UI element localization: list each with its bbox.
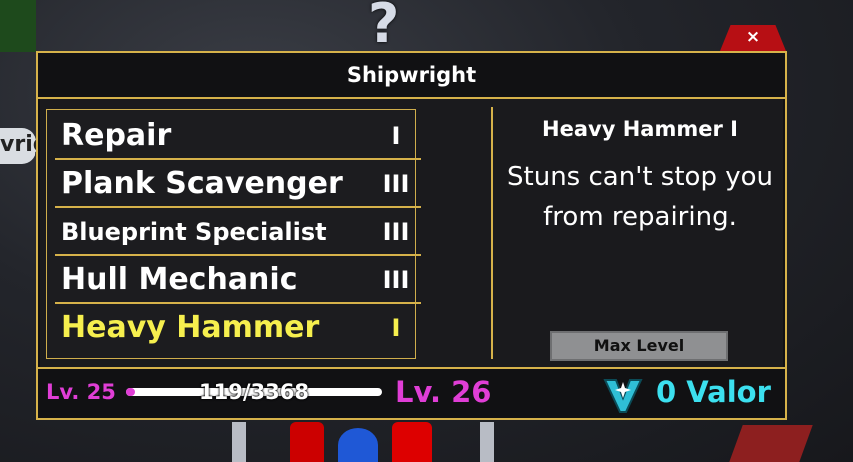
- skill-row-blueprint-specialist[interactable]: Blueprint Specialist III: [55, 208, 421, 256]
- xp-text: 119/3368: [199, 380, 309, 404]
- detail-title: Heavy Hammer I: [542, 117, 738, 141]
- skill-name: Heavy Hammer: [61, 310, 320, 345]
- skill-name: Plank Scavenger: [61, 166, 343, 201]
- skill-list: Repair I Plank Scavenger III Blueprint S…: [46, 109, 421, 359]
- panel-title: Shipwright: [38, 53, 785, 99]
- current-level: Lv. 25: [46, 380, 116, 404]
- skill-row-hull-mechanic[interactable]: Hull Mechanic III: [55, 256, 421, 304]
- valor-v-icon: [603, 379, 643, 413]
- bg-foliage: [0, 0, 36, 52]
- skill-level: III: [382, 266, 410, 294]
- shipwright-panel: Shipwright Repair I Plank Scavenger III …: [36, 51, 787, 420]
- skill-row-plank-scavenger[interactable]: Plank Scavenger III: [55, 160, 421, 208]
- bg-pillar-left: [232, 422, 246, 462]
- detail-description: Stuns can't stop you from repairing.: [507, 162, 773, 232]
- skill-level: I: [391, 314, 401, 342]
- bg-blue-object: [338, 428, 378, 462]
- skill-level: III: [382, 218, 410, 246]
- next-level: Lv. 26: [395, 375, 492, 409]
- question-mark-icon: ?: [368, 0, 400, 55]
- max-level-button[interactable]: Max Level: [550, 331, 728, 361]
- skill-level: III: [382, 170, 410, 198]
- bg-red-crate: [729, 425, 813, 462]
- progress-footer: Lv. 25 119/3368 Lv. 26 0 Valor: [38, 367, 785, 418]
- skill-level: I: [391, 122, 401, 150]
- skill-name: Blueprint Specialist: [61, 218, 327, 246]
- panel-content: Repair I Plank Scavenger III Blueprint S…: [40, 99, 783, 367]
- bg-pillar-right: [480, 422, 494, 462]
- valor-amount: 0 Valor: [656, 375, 771, 409]
- content-divider: [491, 107, 493, 359]
- skill-row-heavy-hammer[interactable]: Heavy Hammer I: [55, 304, 413, 352]
- bg-red-object-left: [290, 422, 324, 462]
- close-button[interactable]: ×: [720, 25, 786, 51]
- skill-name: Hull Mechanic: [61, 262, 298, 297]
- bg-red-object-right: [392, 422, 432, 462]
- skill-name: Repair: [61, 118, 172, 153]
- skill-row-repair[interactable]: Repair I: [55, 112, 421, 160]
